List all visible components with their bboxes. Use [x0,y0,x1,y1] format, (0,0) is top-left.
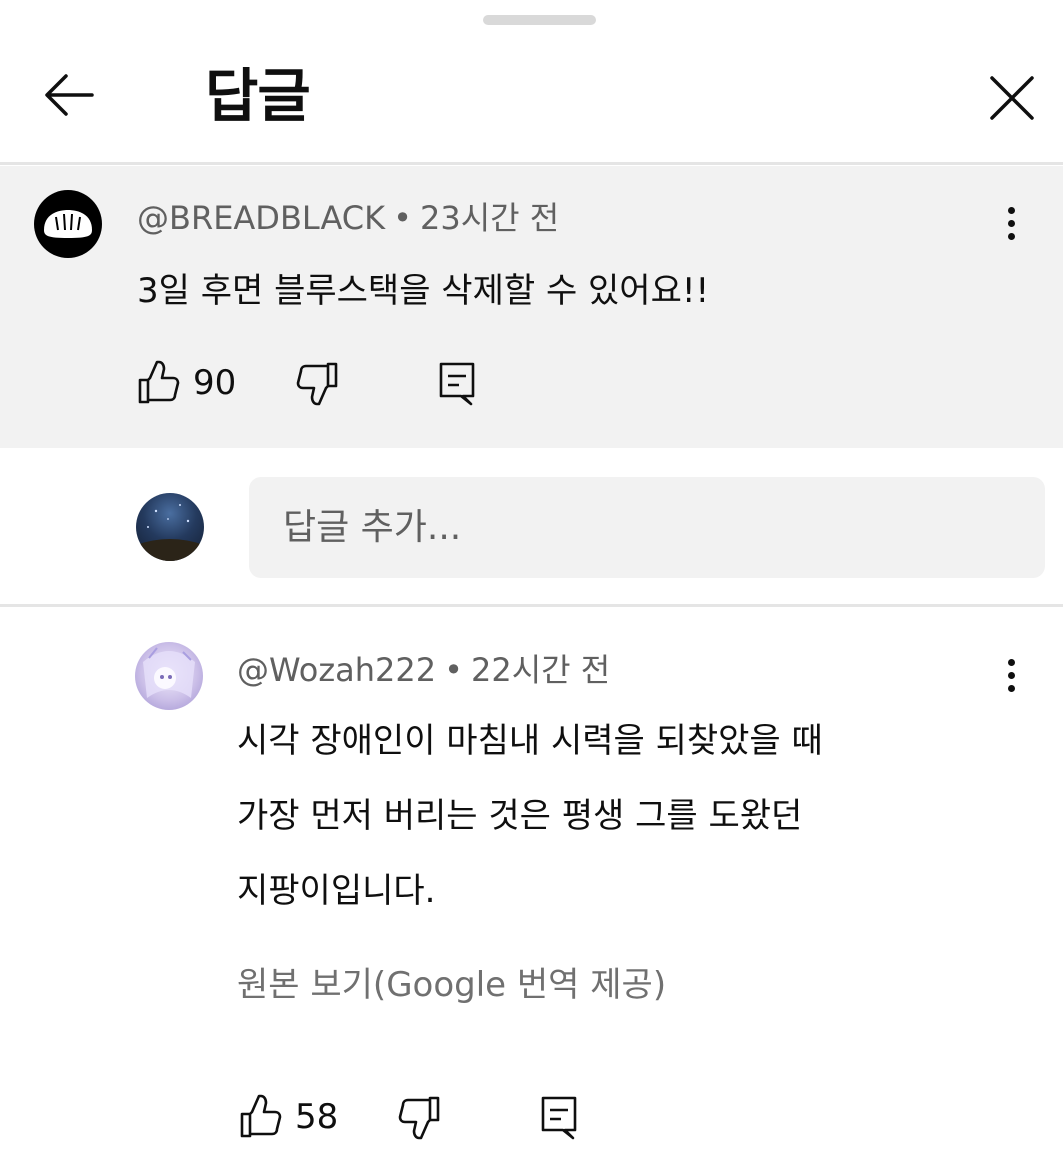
comment-author[interactable]: @BREADBLACK [137,199,385,237]
like-count: 58 [295,1097,339,1137]
more-vert-icon[interactable] [1002,656,1022,696]
starry-sky-image [136,504,204,561]
drag-handle[interactable] [483,15,596,25]
avatar[interactable] [135,642,203,710]
comment-actions: 90 [137,358,497,408]
add-reply-input[interactable]: 답글 추가... [249,477,1045,578]
close-icon[interactable] [986,72,1038,124]
see-original-link[interactable]: 원본 보기(Google 번역 제공) [237,962,666,1008]
bread-logo-icon [44,210,92,238]
comment-meta: @BREADBLACK • 23시간 전 [137,198,559,238]
reply-time: 22시간 전 [470,651,611,689]
thumb-down-icon[interactable] [397,1092,441,1142]
parent-comment: @BREADBLACK • 23시간 전 3일 후면 블루스택을 삭제할 수 있어요… [0,166,1063,448]
anime-avatar-image [143,647,195,698]
comment-time: 23시간 전 [419,199,560,237]
reply-text-line: 시각 장애인이 마침내 시력을 되찾았을 때 [237,721,823,761]
reply-comment-icon[interactable] [539,1092,579,1142]
comment-text: 3일 후면 블루스택을 삭제할 수 있어요!! [137,271,710,311]
reply-divider [0,604,1063,607]
replies-sheet: 답글 @BREADBLACK • 23시간 전 3일 후면 블루스택을 삭제할 수 … [0,0,1063,1166]
reply-comment-icon[interactable] [437,358,477,408]
reply-placeholder: 답글 추가... [283,507,462,548]
page-title: 답글 [205,62,311,130]
more-vert-icon[interactable] [1002,204,1022,244]
like-count: 90 [193,363,237,403]
sheet-header: 답글 [0,30,1063,164]
reply-meta: @Wozah222 • 22시간 전 [237,650,610,690]
back-arrow-icon[interactable] [40,66,98,124]
current-user-avatar[interactable] [136,493,204,561]
meta-separator: • [393,199,412,237]
thumb-up-icon[interactable] [137,358,181,408]
reply-text-line: 지팡이입니다. [237,871,436,911]
reply-actions: 58 [239,1092,599,1142]
avatar[interactable] [34,190,102,258]
reply-author[interactable]: @Wozah222 [237,651,436,689]
thumb-up-icon[interactable] [239,1092,283,1142]
reply-text-line: 가장 먼저 버리는 것은 평생 그를 도왔던 [237,796,803,836]
header-divider [0,162,1063,165]
thumb-down-icon[interactable] [295,358,339,408]
meta-separator: • [444,651,463,689]
